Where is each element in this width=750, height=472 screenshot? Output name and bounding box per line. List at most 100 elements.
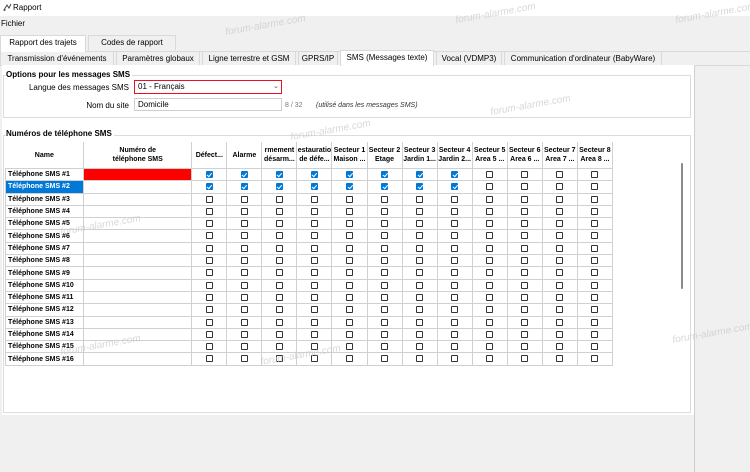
checkbox-unchecked[interactable]: [486, 244, 494, 252]
phone-number-cell[interactable]: [83, 278, 193, 292]
checkbox-unchecked[interactable]: [416, 281, 424, 289]
checkbox-unchecked[interactable]: [346, 207, 353, 215]
row-name[interactable]: Téléphone SMS #8: [4, 254, 85, 268]
checkbox-unchecked[interactable]: [591, 330, 599, 338]
checkbox-checked[interactable]: [416, 183, 424, 191]
table-row[interactable]: Téléphone SMS #14: [4, 327, 614, 342]
checkbox-unchecked[interactable]: [381, 281, 389, 289]
checkbox-unchecked[interactable]: [275, 232, 283, 240]
checkbox-unchecked[interactable]: [591, 257, 599, 265]
checkbox-unchecked[interactable]: [556, 244, 564, 252]
checkbox-unchecked[interactable]: [310, 293, 318, 301]
table-row[interactable]: Téléphone SMS #4: [4, 204, 614, 219]
checkbox-unchecked[interactable]: [451, 220, 459, 228]
checkbox-unchecked[interactable]: [346, 343, 353, 351]
column-header-flag[interactable]: Secteur 8 Area 8 ...: [577, 142, 614, 169]
checkbox-unchecked[interactable]: [310, 244, 318, 252]
checkbox-unchecked[interactable]: [381, 293, 389, 301]
checkbox-unchecked[interactable]: [275, 257, 283, 265]
table-row[interactable]: Téléphone SMS #5: [4, 217, 614, 231]
checkbox-checked[interactable]: [205, 170, 213, 178]
checkbox-unchecked[interactable]: [275, 318, 283, 326]
checkbox-unchecked[interactable]: [205, 343, 213, 351]
checkbox-unchecked[interactable]: [310, 232, 318, 240]
row-name[interactable]: Téléphone SMS #4: [4, 204, 85, 219]
checkbox-unchecked[interactable]: [275, 207, 283, 215]
checkbox-unchecked[interactable]: [451, 232, 459, 240]
checkbox-unchecked[interactable]: [486, 343, 494, 351]
table-row[interactable]: Téléphone SMS #3: [4, 192, 614, 206]
checkbox-unchecked[interactable]: [275, 195, 283, 203]
checkbox-unchecked[interactable]: [240, 355, 248, 363]
checkbox-unchecked[interactable]: [486, 232, 494, 240]
row-name[interactable]: Téléphone SMS #6: [4, 229, 85, 243]
checkbox-unchecked[interactable]: [486, 220, 494, 228]
checkbox-unchecked[interactable]: [556, 195, 564, 203]
checkbox-unchecked[interactable]: [346, 306, 353, 314]
checkbox-unchecked[interactable]: [521, 195, 529, 203]
checkbox-unchecked[interactable]: [346, 269, 353, 277]
checkbox-unchecked[interactable]: [381, 195, 389, 203]
checkbox-unchecked[interactable]: [310, 269, 318, 277]
checkbox-unchecked[interactable]: [556, 306, 564, 314]
checkbox-unchecked[interactable]: [381, 355, 389, 363]
checkbox-unchecked[interactable]: [451, 318, 459, 326]
checkbox-unchecked[interactable]: [521, 355, 529, 363]
checkbox-unchecked[interactable]: [310, 318, 318, 326]
checkbox-unchecked[interactable]: [381, 207, 389, 215]
checkbox-unchecked[interactable]: [346, 257, 353, 265]
row-name[interactable]: Téléphone SMS #9: [4, 266, 85, 280]
checkbox-unchecked[interactable]: [205, 220, 213, 228]
row-name[interactable]: Téléphone SMS #13: [4, 315, 85, 329]
row-name[interactable]: Téléphone SMS #15: [4, 340, 85, 354]
row-name[interactable]: Téléphone SMS #2: [4, 180, 85, 194]
checkbox-unchecked[interactable]: [591, 306, 599, 314]
checkbox-unchecked[interactable]: [486, 170, 494, 178]
checkbox-unchecked[interactable]: [346, 244, 353, 252]
checkbox-unchecked[interactable]: [240, 269, 248, 277]
table-row[interactable]: Téléphone SMS #12: [4, 303, 614, 317]
checkbox-unchecked[interactable]: [205, 355, 213, 363]
checkbox-unchecked[interactable]: [381, 330, 389, 338]
checkbox-unchecked[interactable]: [310, 207, 318, 215]
checkbox-unchecked[interactable]: [521, 293, 529, 301]
phone-number-cell[interactable]: [83, 327, 193, 342]
checkbox-unchecked[interactable]: [275, 330, 283, 338]
phone-number-cell[interactable]: [83, 290, 193, 305]
checkbox-unchecked[interactable]: [416, 269, 424, 277]
checkbox-unchecked[interactable]: [591, 183, 599, 191]
checkbox-unchecked[interactable]: [521, 207, 529, 215]
checkbox-unchecked[interactable]: [310, 220, 318, 228]
tab-sms-messages-texte[interactable]: SMS (Messages texte): [340, 50, 434, 66]
phone-number-cell[interactable]: [83, 303, 193, 317]
checkbox-unchecked[interactable]: [240, 220, 248, 228]
checkbox-unchecked[interactable]: [416, 232, 424, 240]
tab-communication-ordinateur[interactable]: Communication d'ordinateur (BabyWare): [504, 51, 662, 65]
phone-number-cell[interactable]: [83, 217, 193, 231]
checkbox-unchecked[interactable]: [346, 293, 353, 301]
tab-codes-de-rapport[interactable]: Codes de rapport: [88, 35, 176, 50]
row-name[interactable]: Téléphone SMS #7: [4, 241, 85, 256]
column-header-number[interactable]: Numéro de téléphone SMS: [83, 142, 193, 169]
checkbox-unchecked[interactable]: [310, 281, 318, 289]
checkbox-unchecked[interactable]: [486, 257, 494, 265]
checkbox-unchecked[interactable]: [240, 232, 248, 240]
checkbox-unchecked[interactable]: [205, 195, 213, 203]
table-scrollbar[interactable]: [679, 163, 685, 403]
checkbox-unchecked[interactable]: [205, 257, 213, 265]
checkbox-unchecked[interactable]: [451, 330, 459, 338]
checkbox-unchecked[interactable]: [556, 232, 564, 240]
checkbox-unchecked[interactable]: [416, 257, 424, 265]
checkbox-unchecked[interactable]: [240, 293, 248, 301]
checkbox-unchecked[interactable]: [416, 220, 424, 228]
phone-number-cell[interactable]: [83, 254, 193, 268]
checkbox-unchecked[interactable]: [591, 220, 599, 228]
row-name[interactable]: Téléphone SMS #5: [4, 217, 85, 231]
checkbox-unchecked[interactable]: [486, 318, 494, 326]
chevron-down-icon[interactable]: ⌄: [273, 81, 279, 93]
checkbox-unchecked[interactable]: [451, 343, 459, 351]
checkbox-unchecked[interactable]: [451, 257, 459, 265]
table-row[interactable]: Téléphone SMS #2: [4, 180, 614, 194]
checkbox-unchecked[interactable]: [486, 207, 494, 215]
checkbox-unchecked[interactable]: [486, 195, 494, 203]
